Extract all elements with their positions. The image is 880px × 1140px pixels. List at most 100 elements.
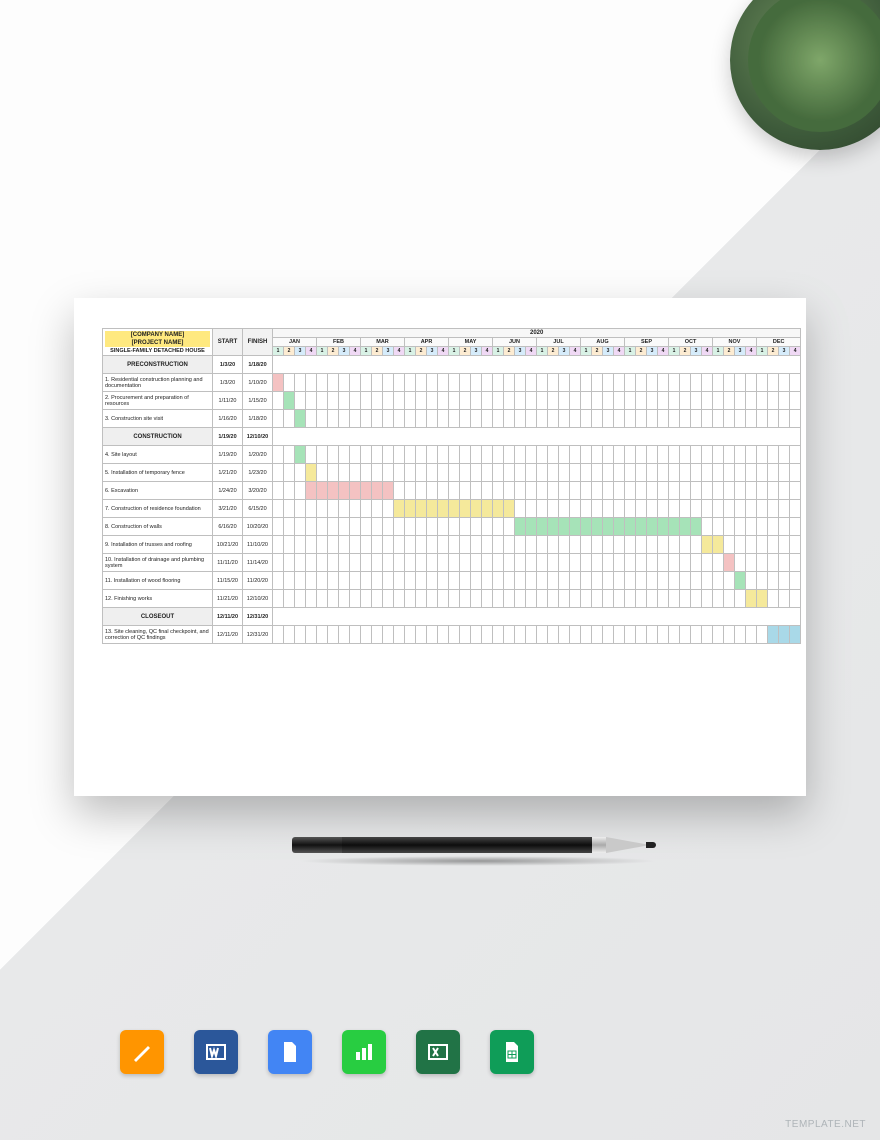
gantt-cell xyxy=(416,572,427,590)
gantt-cell xyxy=(625,482,636,500)
gantt-cell xyxy=(383,518,394,536)
gantt-cell xyxy=(482,410,493,428)
gantt-cell xyxy=(625,518,636,536)
gantt-cell xyxy=(790,464,801,482)
gantt-cell xyxy=(471,626,482,644)
week-header: 3 xyxy=(471,347,482,356)
task-start: 11/21/20 xyxy=(213,590,243,608)
gantt-cell xyxy=(493,392,504,410)
gantt-cell xyxy=(438,500,449,518)
section-row: CLOSEOUT12/11/2012/31/20 xyxy=(103,608,801,626)
gantt-cell xyxy=(680,482,691,500)
gsheets-icon[interactable] xyxy=(490,1030,534,1074)
gantt-cell xyxy=(625,500,636,518)
gantt-cell xyxy=(328,464,339,482)
gantt-cell xyxy=(438,464,449,482)
gantt-cell xyxy=(713,464,724,482)
gantt-cell xyxy=(460,518,471,536)
task-row: 4. Site layout1/19/201/20/20 xyxy=(103,446,801,464)
gantt-cell xyxy=(460,392,471,410)
gantt-cell xyxy=(691,392,702,410)
gantt-cell xyxy=(559,626,570,644)
month-header: JUN xyxy=(493,338,537,347)
gantt-cell xyxy=(460,500,471,518)
task-start: 10/21/20 xyxy=(213,536,243,554)
gantt-cell xyxy=(493,536,504,554)
task-finish: 10/20/20 xyxy=(243,518,273,536)
gantt-cell xyxy=(702,536,713,554)
gantt-cell xyxy=(394,590,405,608)
gantt-cell xyxy=(647,392,658,410)
pages-icon[interactable] xyxy=(120,1030,164,1074)
gantt-cell xyxy=(273,554,284,572)
gantt-cell xyxy=(548,518,559,536)
gantt-cell xyxy=(372,626,383,644)
gantt-cell xyxy=(548,410,559,428)
gantt-cell xyxy=(526,518,537,536)
gantt-cell xyxy=(273,500,284,518)
task-row: 11. Installation of wood flooring11/15/2… xyxy=(103,572,801,590)
gantt-cell xyxy=(482,572,493,590)
task-row: 7. Construction of residence foundation3… xyxy=(103,500,801,518)
gantt-cell xyxy=(515,392,526,410)
gantt-cell xyxy=(306,374,317,392)
scene: [COMPANY NAME] [PROJECT NAME] SINGLE-FAM… xyxy=(0,0,880,1140)
gantt-cell xyxy=(746,572,757,590)
gantt-cell xyxy=(526,536,537,554)
gdocs-icon[interactable] xyxy=(268,1030,312,1074)
gantt-cell xyxy=(702,410,713,428)
gantt-cell xyxy=(559,590,570,608)
section-row: CONSTRUCTION1/19/2012/10/20 xyxy=(103,428,801,446)
gantt-cell xyxy=(515,500,526,518)
gantt-cell xyxy=(295,410,306,428)
gantt-cell xyxy=(647,464,658,482)
gantt-cell xyxy=(493,590,504,608)
week-header: 4 xyxy=(394,347,405,356)
gantt-cell xyxy=(592,500,603,518)
gantt-cell xyxy=(339,392,350,410)
gantt-cell xyxy=(317,518,328,536)
gantt-cell xyxy=(460,410,471,428)
gantt-cell xyxy=(460,626,471,644)
week-header: 3 xyxy=(383,347,394,356)
gantt-cell xyxy=(515,374,526,392)
section-name: PRECONSTRUCTION xyxy=(103,356,213,374)
gantt-cell xyxy=(559,374,570,392)
gantt-cell xyxy=(394,518,405,536)
word-icon[interactable] xyxy=(194,1030,238,1074)
gantt-cell xyxy=(735,554,746,572)
gantt-cell xyxy=(394,410,405,428)
gantt-cell xyxy=(559,446,570,464)
gantt-cell xyxy=(449,572,460,590)
task-row: 8. Construction of walls6/16/2010/20/20 xyxy=(103,518,801,536)
gantt-cell xyxy=(427,464,438,482)
gantt-cell xyxy=(383,572,394,590)
gantt-cell xyxy=(702,446,713,464)
gantt-cell xyxy=(614,464,625,482)
gantt-cell xyxy=(284,554,295,572)
gantt-cell xyxy=(636,590,647,608)
task-finish: 12/31/20 xyxy=(243,626,273,644)
task-finish: 1/15/20 xyxy=(243,392,273,410)
gantt-cell xyxy=(702,518,713,536)
week-header: 1 xyxy=(493,347,504,356)
gantt-cell xyxy=(295,392,306,410)
gantt-cell xyxy=(768,410,779,428)
gantt-cell xyxy=(735,410,746,428)
gantt-cell xyxy=(713,536,724,554)
excel-icon[interactable] xyxy=(416,1030,460,1074)
gantt-cell xyxy=(790,410,801,428)
gantt-cell xyxy=(779,572,790,590)
gantt-cell xyxy=(493,500,504,518)
gantt-cell xyxy=(504,626,515,644)
gantt-cell xyxy=(350,500,361,518)
gantt-cell xyxy=(680,374,691,392)
gantt-cell xyxy=(581,536,592,554)
gantt-cell xyxy=(746,464,757,482)
gantt-cell xyxy=(581,392,592,410)
gantt-cell xyxy=(757,518,768,536)
gantt-cell xyxy=(405,554,416,572)
gantt-cell xyxy=(735,590,746,608)
gantt-cell xyxy=(548,626,559,644)
numbers-icon[interactable] xyxy=(342,1030,386,1074)
